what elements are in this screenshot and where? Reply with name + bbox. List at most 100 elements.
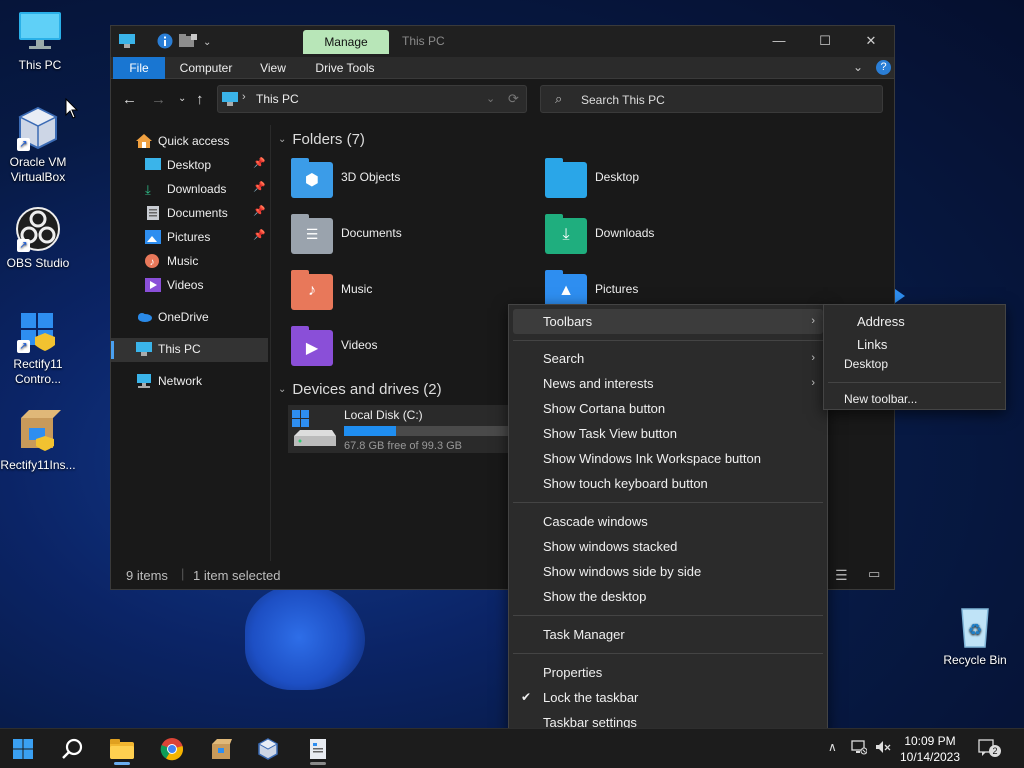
- window-title: This PC: [402, 34, 445, 48]
- breadcrumb-separator-icon[interactable]: ›: [242, 91, 246, 103]
- desktop-icon-obs[interactable]: ↗ OBS Studio: [0, 206, 78, 271]
- folder-tile-desktop[interactable]: Desktop: [545, 158, 639, 198]
- title-bar[interactable]: ⌄ Manage This PC — ☐ ✕: [111, 26, 894, 57]
- folder-name: 3D Objects: [341, 170, 401, 184]
- sidebar-item-downloads[interactable]: ⤓ Downloads: [145, 178, 226, 200]
- tab-file[interactable]: File: [113, 57, 165, 79]
- sidebar-item-network[interactable]: Network: [136, 370, 202, 392]
- properties-icon[interactable]: [157, 33, 173, 52]
- sidebar-item-quick-access[interactable]: Quick access: [136, 130, 229, 152]
- sidebar-item-onedrive[interactable]: OneDrive: [136, 306, 209, 328]
- sidebar-item-label: Network: [158, 374, 203, 388]
- folders-group-header[interactable]: ⌄ Folders (7): [278, 131, 365, 148]
- refresh-icon[interactable]: ⟳: [508, 91, 519, 107]
- taskbar-virtualbox[interactable]: [248, 733, 288, 765]
- desktop-icon-rectify11-control[interactable]: ↗ Rectify11 Contro...: [0, 307, 78, 387]
- sidebar-item-music[interactable]: ♪ Music: [145, 250, 198, 272]
- folder-tile-3d-objects[interactable]: ⬢ 3D Objects: [291, 158, 401, 198]
- folder-tile-downloads[interactable]: ⤓ Downloads: [545, 214, 654, 254]
- manage-tab[interactable]: Manage: [303, 30, 389, 54]
- expand-ribbon-chevron-icon[interactable]: ⌄: [853, 60, 863, 74]
- desktop-icon-recycle-bin[interactable]: ♻ Recycle Bin: [935, 603, 1015, 668]
- submenu-item-links[interactable]: Links: [857, 337, 887, 352]
- computer-icon[interactable]: [119, 34, 135, 51]
- network-status-icon[interactable]: [851, 739, 868, 768]
- menu-item-show-windows-ink-button[interactable]: Show Windows Ink Workspace button: [513, 446, 823, 471]
- clock[interactable]: 10:09 PM 10/14/2023: [895, 733, 965, 765]
- close-button[interactable]: ✕: [848, 31, 894, 51]
- chevron-down-icon[interactable]: ⌄: [203, 37, 211, 48]
- menu-item-task-manager[interactable]: Task Manager: [513, 622, 823, 647]
- desktop-icon-this-pc[interactable]: This PC: [0, 8, 80, 73]
- sidebar-item-videos[interactable]: Videos: [145, 274, 203, 296]
- menu-item-show-task-view-button[interactable]: Show Task View button: [513, 421, 823, 446]
- menu-item-news-and-interests[interactable]: News and interests ›: [513, 371, 823, 396]
- folder-tile-music[interactable]: ♪ Music: [291, 270, 372, 310]
- pin-icon[interactable]: 📌: [253, 158, 265, 169]
- desktop-icon-label: Oracle VM VirtualBox: [9, 155, 67, 184]
- tab-computer[interactable]: Computer: [171, 57, 241, 79]
- menu-item-cascade-windows[interactable]: Cascade windows: [513, 509, 823, 534]
- pin-icon[interactable]: 📌: [253, 182, 265, 193]
- sidebar-item-documents[interactable]: Documents: [145, 202, 228, 224]
- devices-group-header[interactable]: ⌄ Devices and drives (2): [278, 381, 442, 398]
- address-dropdown-chevron-icon[interactable]: ⌄: [486, 92, 495, 105]
- show-hidden-icons-chevron[interactable]: ∧: [828, 740, 837, 768]
- taskbar-file-explorer[interactable]: [102, 733, 142, 765]
- forward-arrow-icon[interactable]: →: [151, 91, 166, 108]
- pin-icon[interactable]: 📌: [253, 206, 265, 217]
- minimize-button[interactable]: —: [756, 31, 802, 51]
- music-folder-icon: ♪: [291, 270, 333, 310]
- search-box[interactable]: ⌕ Search This PC: [540, 85, 883, 113]
- group-title: Devices and drives (2): [292, 381, 442, 398]
- taskbar-rectify11-app[interactable]: [298, 733, 338, 765]
- start-button[interactable]: [3, 733, 43, 765]
- menu-item-show-windows-stacked[interactable]: Show windows stacked: [513, 534, 823, 559]
- tab-view[interactable]: View: [251, 57, 295, 79]
- menu-item-show-cortana-button[interactable]: Show Cortana button: [513, 396, 823, 421]
- menu-item-properties[interactable]: Properties: [513, 660, 823, 685]
- monitor-icon: [17, 8, 63, 54]
- menu-item-show-windows-side-by-side[interactable]: Show windows side by side: [513, 559, 823, 584]
- taskbar[interactable]: ∧ 10:09 PM 10/14/2023 2: [0, 728, 1024, 768]
- recent-locations-chevron-icon[interactable]: ⌄: [178, 93, 186, 104]
- sidebar-item-this-pc[interactable]: This PC: [136, 338, 201, 360]
- folder-tile-documents[interactable]: ☰ Documents: [291, 214, 402, 254]
- taskbar-installer[interactable]: [201, 733, 241, 765]
- sidebar-item-label: Downloads: [167, 182, 227, 196]
- sidebar-item-desktop[interactable]: Desktop: [145, 154, 211, 176]
- sidebar-item-pictures[interactable]: Pictures: [145, 226, 210, 248]
- collapse-chevron-icon[interactable]: ⌄: [278, 384, 286, 395]
- search-button[interactable]: [52, 733, 92, 765]
- address-row: ← → ⌄ ↑ › This PC ⌄ ⟳ ⌕ Search This PC: [111, 79, 894, 123]
- submenu-item-address[interactable]: Address: [857, 314, 905, 329]
- collapse-chevron-icon[interactable]: ⌄: [278, 134, 286, 145]
- help-icon[interactable]: ?: [876, 60, 891, 75]
- notification-center-button[interactable]: 2: [978, 738, 1001, 768]
- volume-muted-icon[interactable]: [875, 739, 891, 768]
- desktop-icon-rectify11-installer[interactable]: Rectify11Ins...: [0, 408, 78, 473]
- taskbar-chrome[interactable]: [152, 733, 192, 765]
- tab-drive-tools[interactable]: Drive Tools: [309, 57, 381, 79]
- back-arrow-icon[interactable]: ←: [122, 91, 137, 108]
- search-input[interactable]: Search This PC: [581, 93, 665, 107]
- maximize-button[interactable]: ☐: [802, 31, 848, 51]
- new-folder-icon[interactable]: [179, 34, 197, 51]
- pin-icon[interactable]: 📌: [253, 230, 265, 241]
- menu-item-show-the-desktop[interactable]: Show the desktop: [513, 584, 823, 609]
- large-icons-view-icon[interactable]: ▭: [868, 566, 880, 582]
- submenu-item-new-toolbar[interactable]: New toolbar...: [844, 392, 917, 406]
- menu-item-lock-the-taskbar[interactable]: ✔ Lock the taskbar: [513, 685, 823, 710]
- up-arrow-icon[interactable]: ↑: [196, 91, 204, 108]
- drive-tile-local-disk-c[interactable]: Local Disk (C:) 67.8 GB free of 99.3 GB: [288, 405, 513, 453]
- menu-item-show-touch-keyboard-button[interactable]: Show touch keyboard button: [513, 471, 823, 496]
- address-bar[interactable]: › This PC ⌄ ⟳: [217, 85, 527, 113]
- menu-item-toolbars[interactable]: Toolbars ›: [513, 309, 823, 334]
- menu-item-search[interactable]: Search ›: [513, 346, 823, 371]
- folder-tile-videos[interactable]: ▶ Videos: [291, 326, 377, 366]
- address-text[interactable]: This PC: [256, 92, 299, 106]
- search-icon: ⌕: [555, 91, 563, 106]
- submenu-item-desktop[interactable]: Desktop: [844, 357, 888, 371]
- mouse-cursor-icon: [65, 98, 79, 119]
- details-view-icon[interactable]: ☰: [835, 567, 848, 584]
